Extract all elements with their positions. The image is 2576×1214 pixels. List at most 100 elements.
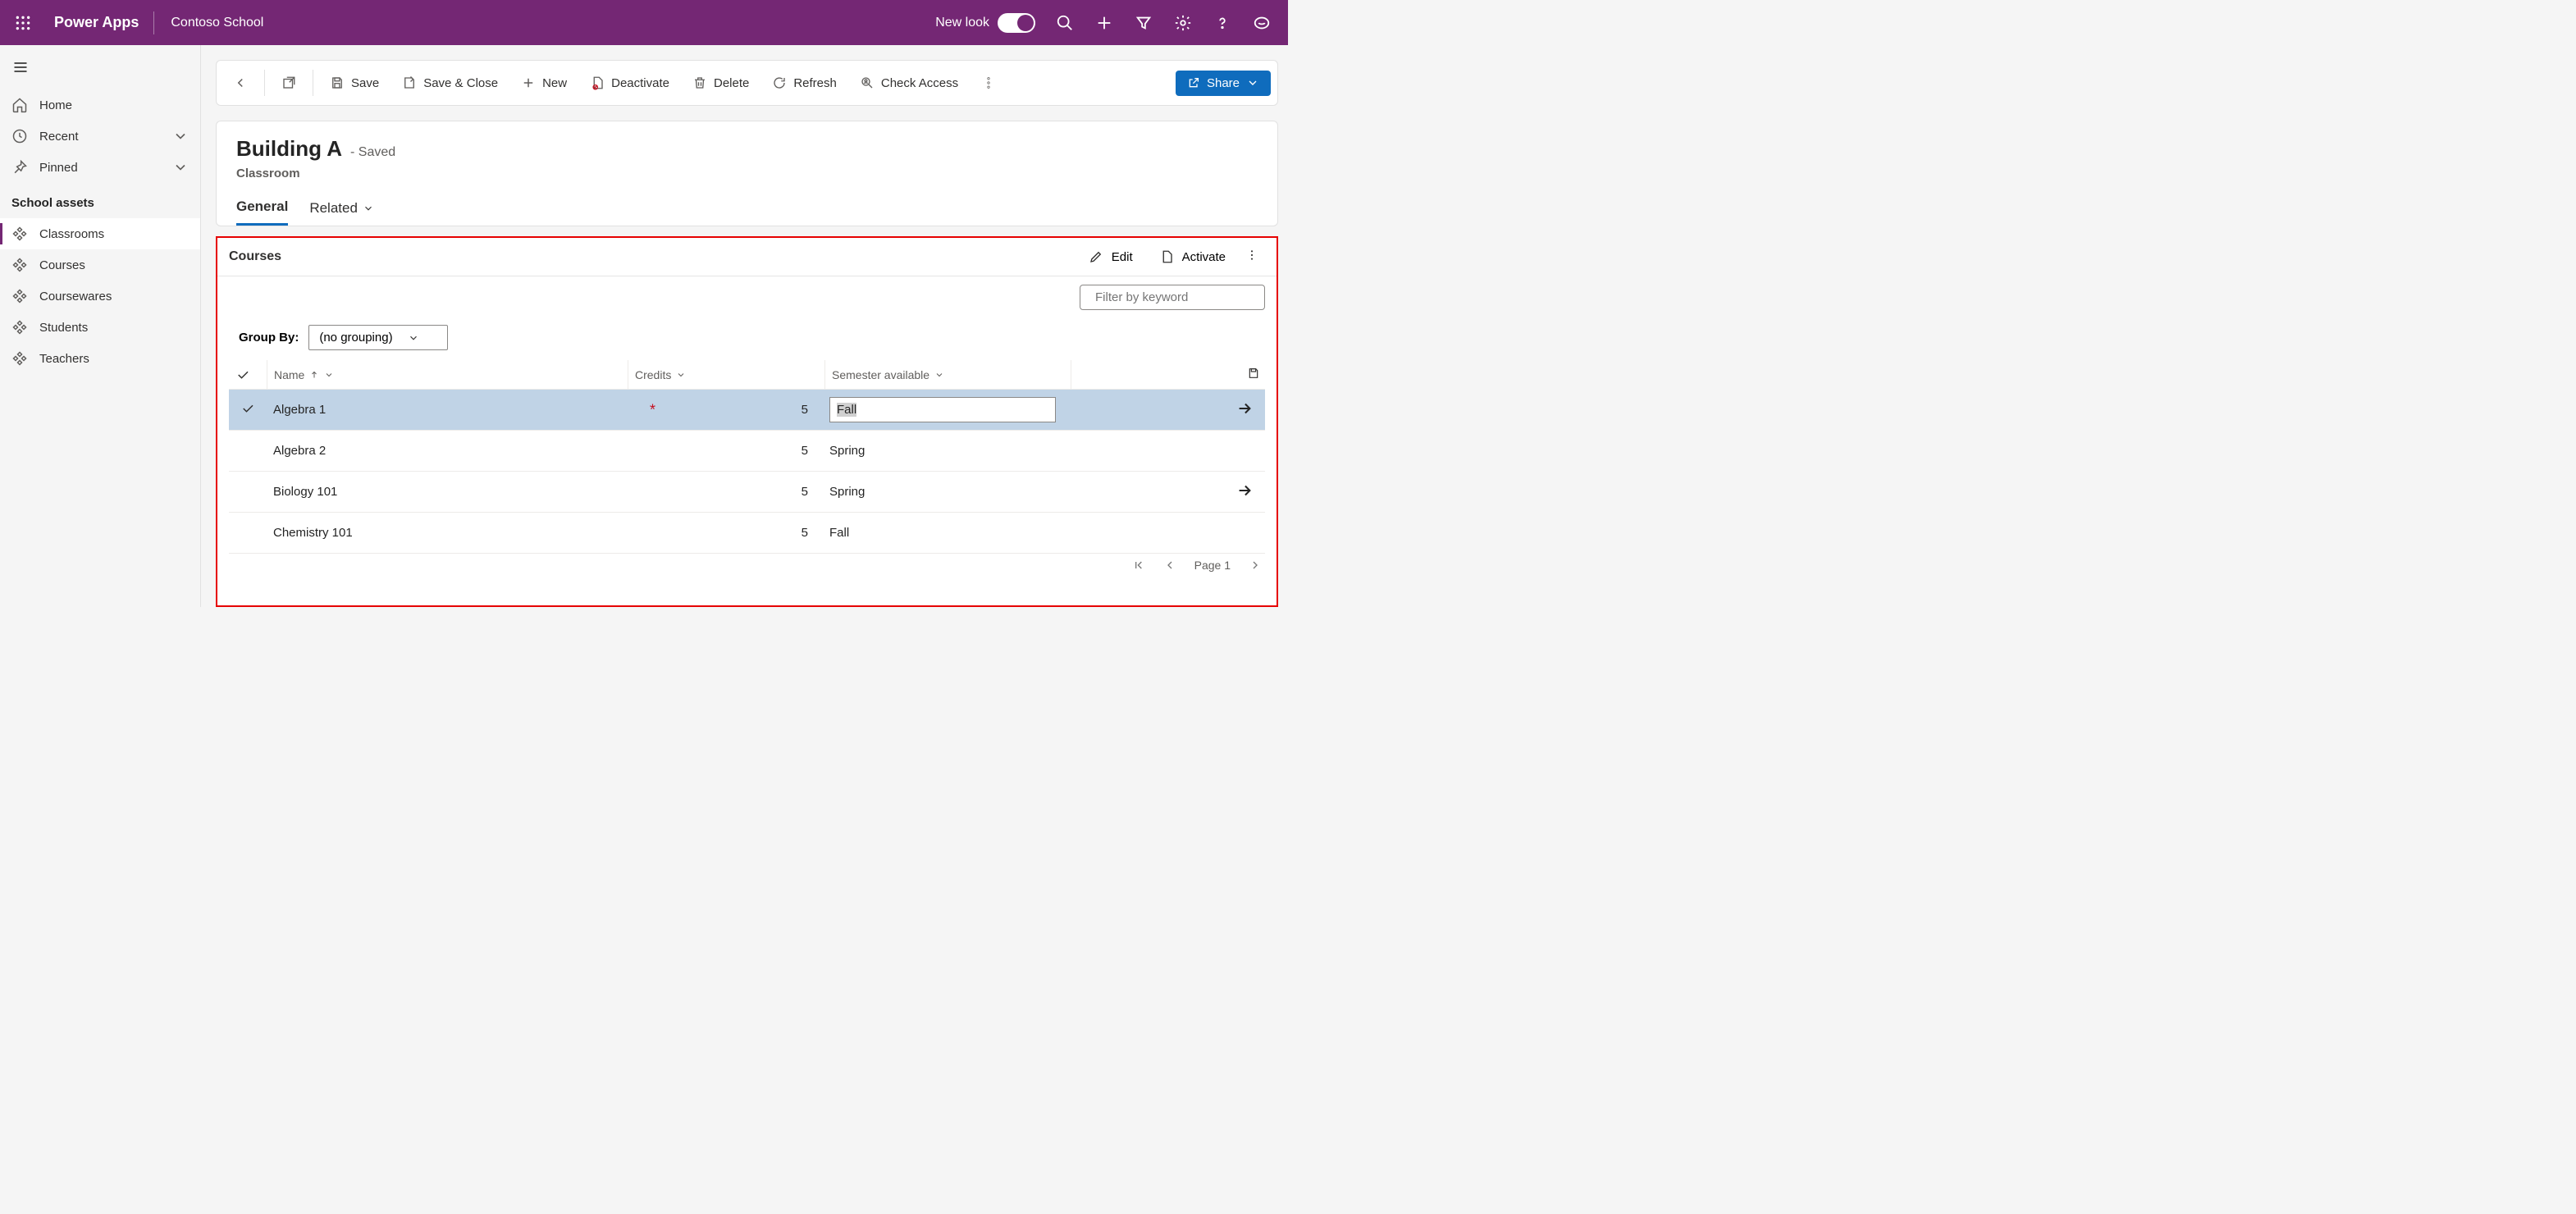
nav-item-teachers[interactable]: Teachers xyxy=(0,343,200,374)
new-button[interactable]: New xyxy=(511,69,577,97)
save-close-label: Save & Close xyxy=(423,76,498,90)
help-icon[interactable] xyxy=(1203,3,1242,43)
filter-keyword-field[interactable] xyxy=(1095,290,1258,304)
gear-icon[interactable] xyxy=(1163,3,1203,43)
nav-item-students[interactable]: Students xyxy=(0,312,200,343)
save-button[interactable]: Save xyxy=(320,69,389,97)
subgrid-edit-label: Edit xyxy=(1112,250,1133,264)
row-semester-cell[interactable]: Fall xyxy=(824,397,1071,422)
row-credits-cell: * 5 xyxy=(628,403,824,417)
chevron-down-icon xyxy=(172,128,189,144)
delete-label: Delete xyxy=(714,76,749,90)
col-spacer xyxy=(1071,360,1224,389)
nav-recent[interactable]: Recent xyxy=(0,121,200,152)
table-row[interactable]: Algebra 1 * 5 Fall xyxy=(229,390,1265,431)
select-all-checkbox[interactable] xyxy=(229,367,267,382)
nav-item-label: Teachers xyxy=(39,352,89,366)
share-button[interactable]: Share xyxy=(1176,71,1271,96)
record-saved-status: - Saved xyxy=(350,145,395,160)
back-button[interactable] xyxy=(223,69,258,97)
courses-subgrid: Courses Edit Activate xyxy=(216,236,1278,607)
groupby-select[interactable]: (no grouping) xyxy=(308,325,447,350)
row-name-cell: Algebra 2 xyxy=(267,444,628,458)
pager-next-icon[interactable] xyxy=(1249,559,1262,572)
nav-item-classrooms[interactable]: Classrooms xyxy=(0,218,200,249)
row-credits-cell: 5 xyxy=(628,526,824,540)
tab-general[interactable]: General xyxy=(236,199,288,226)
save-label: Save xyxy=(351,76,379,90)
assistant-icon[interactable] xyxy=(1242,3,1281,43)
new-look-toggle[interactable] xyxy=(998,13,1035,33)
nav-home-label: Home xyxy=(39,98,72,112)
nav-pinned-label: Pinned xyxy=(39,161,78,175)
tab-related[interactable]: Related xyxy=(309,199,374,226)
check-access-button[interactable]: Check Access xyxy=(850,69,968,97)
global-header: Power Apps Contoso School New look xyxy=(0,0,1288,45)
app-title: Power Apps xyxy=(39,14,153,31)
sort-asc-icon xyxy=(309,370,319,380)
chevron-down-icon xyxy=(324,370,334,380)
new-look-label: New look xyxy=(935,16,989,30)
nav-item-coursewares[interactable]: Coursewares xyxy=(0,281,200,312)
tab-general-label: General xyxy=(236,199,288,215)
nav-home[interactable]: Home xyxy=(0,89,200,121)
row-credits-cell: 5 xyxy=(628,485,824,499)
pager-prev-icon[interactable] xyxy=(1163,559,1176,572)
left-nav: Home Recent Pinned School assets Classro… xyxy=(0,45,201,607)
refresh-label: Refresh xyxy=(793,76,837,90)
more-commands-button[interactable] xyxy=(971,69,1006,97)
subgrid-title: Courses xyxy=(229,249,281,264)
refresh-button[interactable]: Refresh xyxy=(762,69,847,97)
filter-keyword-input[interactable] xyxy=(1080,285,1265,310)
col-header-semester[interactable]: Semester available xyxy=(824,360,1071,389)
check-access-label: Check Access xyxy=(881,76,958,90)
subgrid-edit-button[interactable]: Edit xyxy=(1076,244,1146,269)
save-close-button[interactable]: Save & Close xyxy=(392,69,508,97)
record-entity-name: Classroom xyxy=(236,167,1258,180)
nav-recent-label: Recent xyxy=(39,130,79,144)
pager-first-icon[interactable] xyxy=(1132,559,1145,572)
subgrid-table: Name Credits Semester available xyxy=(217,360,1277,554)
semester-edit-input[interactable]: Fall xyxy=(829,397,1056,422)
subgrid-header: Courses Edit Activate xyxy=(217,238,1277,276)
groupby-label: Group By: xyxy=(239,331,299,345)
deactivate-label: Deactivate xyxy=(611,76,669,90)
open-record-arrow-icon[interactable] xyxy=(1224,399,1265,421)
record-tabs: General Related xyxy=(236,199,1258,226)
delete-button[interactable]: Delete xyxy=(683,69,759,97)
add-icon[interactable] xyxy=(1085,3,1124,43)
row-name-cell: Algebra 1 xyxy=(267,403,628,417)
record-header: Building A - Saved Classroom General Rel… xyxy=(216,121,1278,226)
subgrid-more-button[interactable] xyxy=(1239,249,1265,266)
col-header-name[interactable]: Name xyxy=(267,360,628,389)
hamburger-icon[interactable] xyxy=(3,50,38,84)
table-row[interactable]: Chemistry 101 5 Fall xyxy=(229,513,1265,554)
nav-pinned[interactable]: Pinned xyxy=(0,152,200,183)
nav-item-courses[interactable]: Courses xyxy=(0,249,200,281)
nav-item-label: Students xyxy=(39,321,88,335)
nav-item-label: Courses xyxy=(39,258,85,272)
open-new-window-button[interactable] xyxy=(272,69,306,97)
subgrid-activate-button[interactable]: Activate xyxy=(1146,244,1239,269)
col-header-credits[interactable]: Credits xyxy=(628,360,824,389)
new-look-toggle-wrap: New look xyxy=(925,13,1045,33)
app-launcher-icon[interactable] xyxy=(7,7,39,39)
cmd-separator xyxy=(264,70,265,96)
row-credits-cell: 5 xyxy=(628,444,824,458)
col-save-icon[interactable] xyxy=(1224,367,1265,382)
table-row[interactable]: Biology 101 5 Spring xyxy=(229,472,1265,513)
search-icon[interactable] xyxy=(1045,3,1085,43)
chevron-down-icon xyxy=(172,159,189,176)
filter-icon[interactable] xyxy=(1124,3,1163,43)
pager-label: Page 1 xyxy=(1194,559,1231,572)
grid-header-row: Name Credits Semester available xyxy=(229,360,1265,390)
deactivate-button[interactable]: Deactivate xyxy=(580,69,679,97)
row-checkbox[interactable] xyxy=(229,401,267,419)
open-record-arrow-icon[interactable] xyxy=(1224,481,1265,503)
row-semester-cell: Fall xyxy=(824,526,1071,540)
table-row[interactable]: Algebra 2 5 Spring xyxy=(229,431,1265,472)
share-label: Share xyxy=(1207,76,1240,90)
new-label: New xyxy=(542,76,567,90)
row-name-cell: Biology 101 xyxy=(267,485,628,499)
groupby-value: (no grouping) xyxy=(319,331,392,345)
